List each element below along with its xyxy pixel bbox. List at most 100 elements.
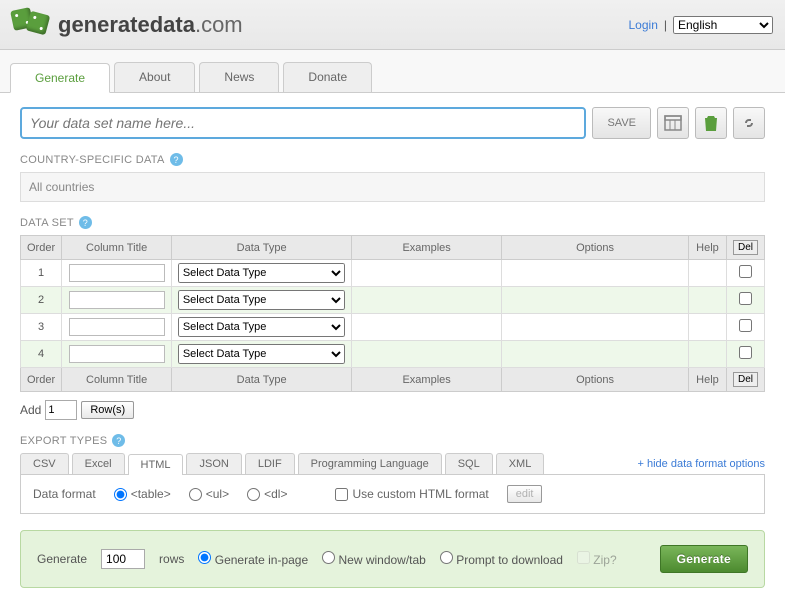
help-icon[interactable]: ? xyxy=(170,153,183,166)
th-order: Order xyxy=(21,236,62,260)
calendar-history-button[interactable] xyxy=(657,107,689,139)
column-title-input[interactable] xyxy=(69,264,165,282)
data-type-select[interactable]: Select Data Type xyxy=(178,344,346,364)
tab-donate[interactable]: Donate xyxy=(283,62,372,92)
tf-order: Order xyxy=(21,368,62,392)
export-tab-programming-language[interactable]: Programming Language xyxy=(298,453,442,474)
edit-custom-format-button[interactable]: edit xyxy=(507,485,543,503)
help-cell xyxy=(688,341,726,368)
table-row: 1 Select Data Type xyxy=(21,260,765,287)
dataset-section-title: DATA SET ? xyxy=(20,216,765,229)
row-delete-checkbox[interactable] xyxy=(739,292,752,305)
link-button[interactable] xyxy=(733,107,765,139)
add-row-count-input[interactable] xyxy=(45,400,77,420)
row-order: 2 xyxy=(21,287,62,314)
export-html-panel: Data format <table> <ul> <dl> Use custom… xyxy=(20,474,765,514)
row-order: 3 xyxy=(21,314,62,341)
row-order: 1 xyxy=(21,260,62,287)
site-title: generatedata.com xyxy=(58,12,243,38)
th-options: Options xyxy=(502,236,689,260)
grid-icon xyxy=(663,113,683,133)
help-cell xyxy=(688,287,726,314)
gen-zip-checkbox[interactable]: Zip? xyxy=(577,551,617,567)
export-tab-ldif[interactable]: LDIF xyxy=(245,453,295,474)
options-cell xyxy=(502,341,689,368)
options-cell xyxy=(502,287,689,314)
export-tab-sql[interactable]: SQL xyxy=(445,453,493,474)
th-column-title: Column Title xyxy=(62,236,172,260)
generate-count-input[interactable] xyxy=(101,549,145,569)
dataset-name-input[interactable] xyxy=(20,107,586,139)
tf-examples: Examples xyxy=(352,368,502,392)
generate-row: Generate rows Generate in-page New windo… xyxy=(20,530,765,588)
app-header: generatedata.com Login | English xyxy=(0,0,785,50)
export-tab-csv[interactable]: CSV xyxy=(20,453,69,474)
clear-button[interactable] xyxy=(695,107,727,139)
gen-newtab-radio[interactable]: New window/tab xyxy=(322,551,426,567)
row-order: 4 xyxy=(21,341,62,368)
row-delete-checkbox[interactable] xyxy=(739,346,752,359)
country-section-title: COUNTRY-SPECIFIC DATA ? xyxy=(20,153,765,166)
dice-icon xyxy=(12,9,52,41)
examples-cell xyxy=(352,341,502,368)
country-selector[interactable]: All countries xyxy=(20,172,765,202)
gen-inpage-radio[interactable]: Generate in-page xyxy=(198,551,308,567)
tf-column-title: Column Title xyxy=(62,368,172,392)
format-table-radio[interactable]: <table> xyxy=(114,487,171,501)
column-title-input[interactable] xyxy=(69,291,165,309)
generate-label: Generate xyxy=(37,552,87,566)
add-label: Add xyxy=(20,403,41,417)
language-select[interactable]: English xyxy=(673,16,773,34)
export-section-title: EXPORT TYPES ? xyxy=(20,434,765,447)
export-tab-excel[interactable]: Excel xyxy=(72,453,125,474)
tf-data-type: Data Type xyxy=(172,368,352,392)
tab-about[interactable]: About xyxy=(114,62,195,92)
logo: generatedata.com xyxy=(12,9,243,41)
th-del: Del xyxy=(726,236,764,260)
dataset-table: Order Column Title Data Type Examples Op… xyxy=(20,235,765,392)
tf-options: Options xyxy=(502,368,689,392)
format-ul-radio[interactable]: <ul> xyxy=(189,487,229,501)
help-icon[interactable]: ? xyxy=(112,434,125,447)
th-examples: Examples xyxy=(352,236,502,260)
export-tab-json[interactable]: JSON xyxy=(186,453,241,474)
export-tab-xml[interactable]: XML xyxy=(496,453,545,474)
recycle-icon xyxy=(702,113,720,133)
help-icon[interactable]: ? xyxy=(79,216,92,229)
generate-rows-label: rows xyxy=(159,552,184,566)
row-delete-checkbox[interactable] xyxy=(739,265,752,278)
table-row: 2 Select Data Type xyxy=(21,287,765,314)
data-type-select[interactable]: Select Data Type xyxy=(178,290,346,310)
help-cell xyxy=(688,314,726,341)
del-all-button[interactable]: Del xyxy=(733,240,758,255)
custom-format-checkbox[interactable]: Use custom HTML format xyxy=(335,487,488,501)
row-delete-checkbox[interactable] xyxy=(739,319,752,332)
save-button[interactable]: SAVE xyxy=(592,107,651,139)
gen-prompt-radio[interactable]: Prompt to download xyxy=(440,551,563,567)
hide-format-options-link[interactable]: + hide data format options xyxy=(638,458,766,470)
column-title-input[interactable] xyxy=(69,345,165,363)
link-icon xyxy=(740,114,758,132)
login-link[interactable]: Login xyxy=(629,18,658,32)
tf-help: Help xyxy=(688,368,726,392)
tab-generate[interactable]: Generate xyxy=(10,63,110,93)
del-all-button-foot[interactable]: Del xyxy=(733,372,758,387)
data-type-select[interactable]: Select Data Type xyxy=(178,317,346,337)
table-row: 4 Select Data Type xyxy=(21,341,765,368)
tf-del: Del xyxy=(726,368,764,392)
column-title-input[interactable] xyxy=(69,318,165,336)
table-row: 3 Select Data Type xyxy=(21,314,765,341)
export-tabs: CSVExcelHTMLJSONLDIFProgramming Language… xyxy=(20,453,765,474)
th-data-type: Data Type xyxy=(172,236,352,260)
data-format-label: Data format xyxy=(33,487,96,501)
export-tab-html[interactable]: HTML xyxy=(128,454,184,475)
tab-news[interactable]: News xyxy=(199,62,279,92)
add-rows-button[interactable]: Row(s) xyxy=(81,401,134,419)
data-type-select[interactable]: Select Data Type xyxy=(178,263,346,283)
examples-cell xyxy=(352,287,502,314)
th-help: Help xyxy=(688,236,726,260)
options-cell xyxy=(502,314,689,341)
separator: | xyxy=(664,18,667,32)
format-dl-radio[interactable]: <dl> xyxy=(247,487,287,501)
options-cell xyxy=(502,260,689,287)
